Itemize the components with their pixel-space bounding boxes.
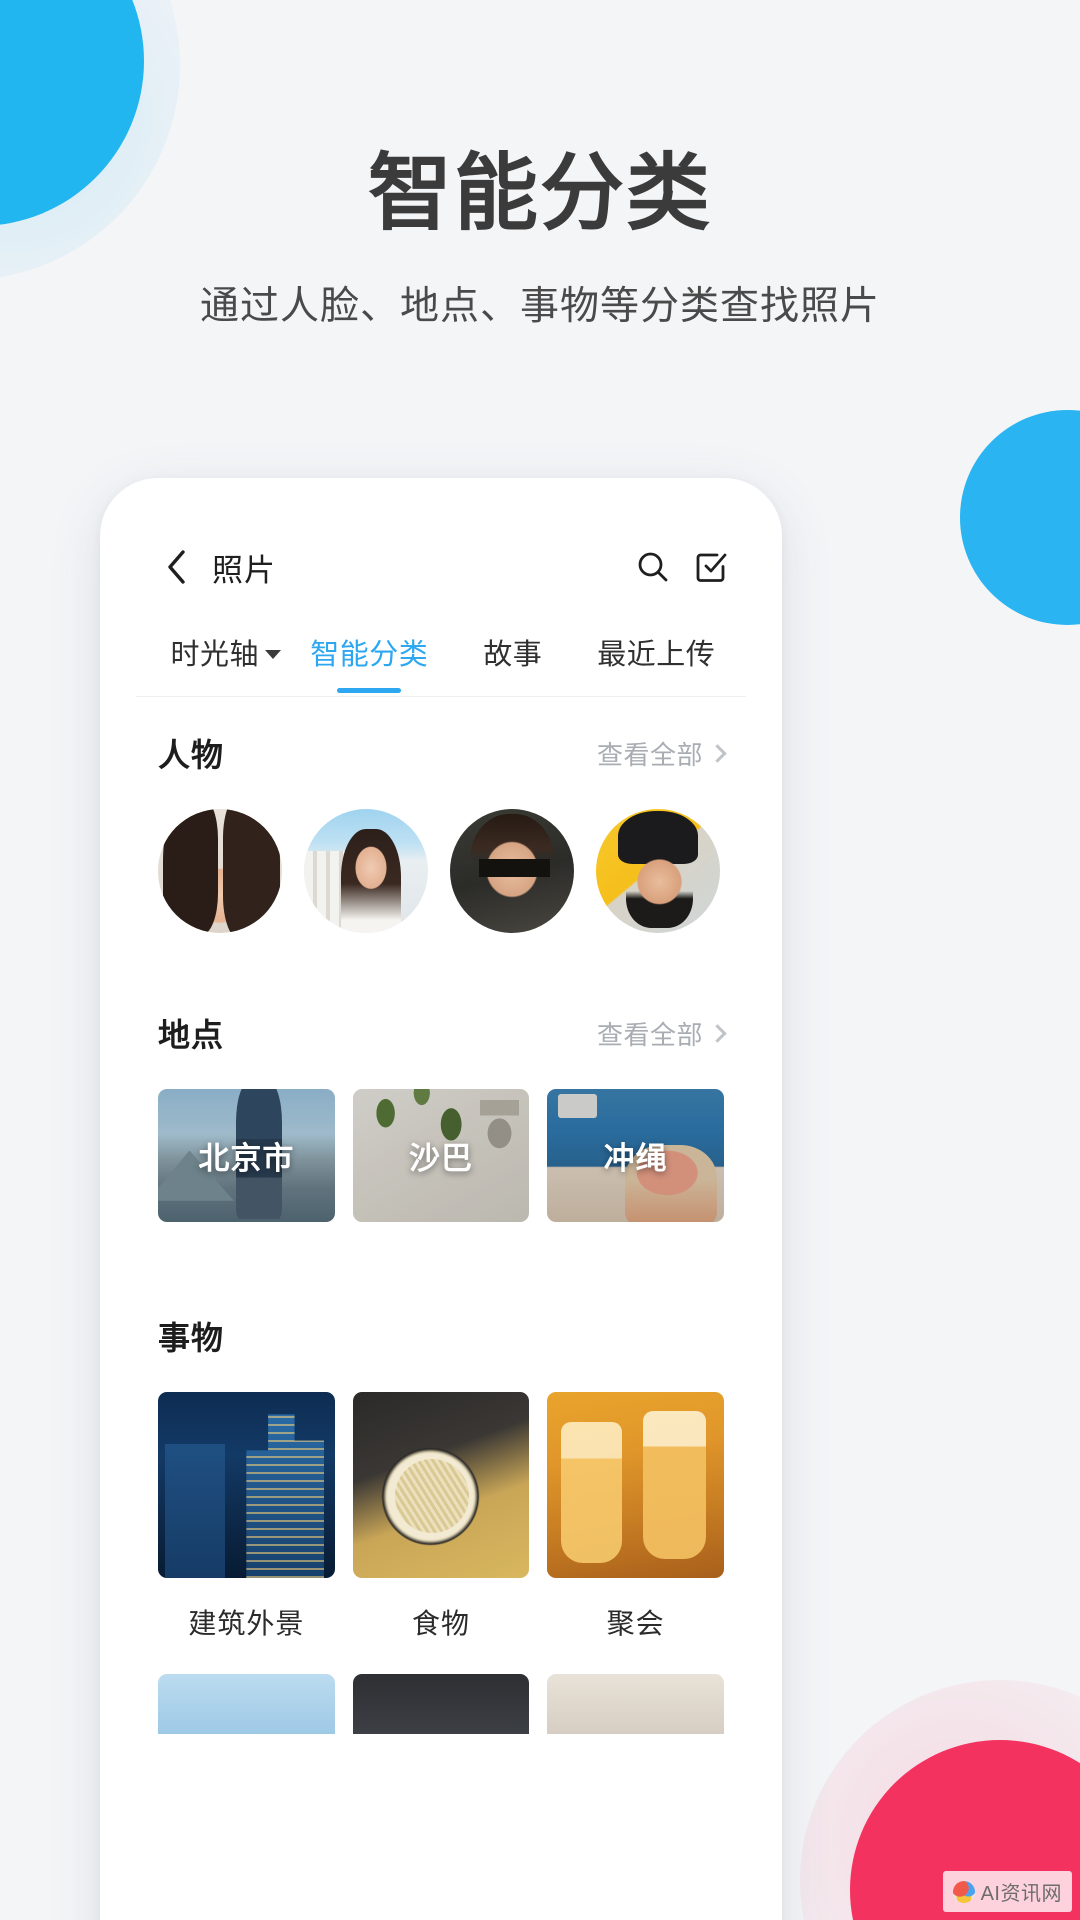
checkbox-select-icon[interactable] xyxy=(682,538,740,596)
avatar[interactable] xyxy=(450,809,574,933)
section-places: 地点 查看全部 北京市 沙巴 冲绳 xyxy=(136,977,746,1280)
chevron-right-icon xyxy=(708,1023,727,1043)
search-icon[interactable] xyxy=(624,538,682,596)
watermark: AI资讯网 xyxy=(942,1871,1072,1912)
tab-stories[interactable]: 故事 xyxy=(441,625,585,695)
watermark-logo-icon xyxy=(952,1880,975,1903)
tab-recent-uploads-label: 最近上传 xyxy=(597,639,716,671)
tab-recent-uploads[interactable]: 最近上传 xyxy=(585,625,729,695)
place-card-label: 冲绳 xyxy=(603,1141,668,1176)
people-avatar-row xyxy=(158,809,724,977)
section-people-view-all[interactable]: 查看全部 xyxy=(596,735,727,772)
thing-card-row-next xyxy=(158,1664,725,1734)
place-card[interactable]: 北京市 xyxy=(158,1089,335,1222)
phone-screen: 照片 时光轴 智能分类 故事 最近上传 人物 查看全部 地点 查看全部 北京市 … xyxy=(136,521,746,1920)
thing-card-label: 建筑外景 xyxy=(188,1608,305,1639)
section-places-header: 地点 查看全部 xyxy=(158,977,727,1089)
avatar[interactable] xyxy=(304,809,428,933)
thing-card-image xyxy=(547,1392,725,1578)
app-header: 照片 xyxy=(136,521,746,613)
page-subtitle: 通过人脸、地点、事物等分类查找照片 xyxy=(199,284,880,328)
place-card-label: 北京市 xyxy=(198,1141,295,1176)
page-title: 智能分类 xyxy=(367,146,712,240)
background-blob-right xyxy=(960,410,1080,625)
section-people-title: 人物 xyxy=(158,737,225,773)
section-things-title: 事物 xyxy=(158,1320,225,1356)
thing-card[interactable] xyxy=(158,1674,335,1734)
section-people: 人物 查看全部 xyxy=(136,697,746,977)
thing-card-image xyxy=(352,1392,530,1578)
avatar[interactable] xyxy=(158,809,282,933)
watermark-text: AI资讯网 xyxy=(980,1883,1062,1905)
section-things-header: 事物 xyxy=(158,1280,724,1392)
tab-timeline-label: 时光轴 xyxy=(170,639,259,671)
chevron-down-icon xyxy=(265,649,281,659)
avatar-image xyxy=(450,809,574,933)
avatar-image xyxy=(304,809,428,933)
section-places-view-all-label: 查看全部 xyxy=(596,1019,703,1050)
tab-timeline[interactable]: 时光轴 xyxy=(154,625,298,695)
thing-card[interactable] xyxy=(352,1392,530,1578)
thing-card-image xyxy=(158,1392,335,1578)
section-people-header: 人物 查看全部 xyxy=(158,697,727,809)
thing-item[interactable]: 食物 xyxy=(352,1392,530,1664)
avatar[interactable] xyxy=(596,809,720,933)
tab-bar: 时光轴 智能分类 故事 最近上传 xyxy=(136,613,746,697)
thing-card[interactable] xyxy=(158,1392,335,1578)
hero-section: 智能分类 通过人脸、地点、事物等分类查找照片 xyxy=(0,0,1080,331)
thing-card-label: 聚会 xyxy=(606,1608,665,1639)
avatar-image xyxy=(158,809,282,933)
thing-card[interactable] xyxy=(352,1674,530,1734)
thing-card-label: 食物 xyxy=(412,1608,471,1639)
section-places-title: 地点 xyxy=(158,1017,225,1053)
chevron-left-icon[interactable] xyxy=(156,546,198,588)
thing-card-row: 建筑外景 食物 聚会 xyxy=(158,1392,725,1664)
place-card[interactable]: 冲绳 xyxy=(547,1089,725,1222)
thing-card[interactable] xyxy=(547,1674,725,1734)
section-people-view-all-label: 查看全部 xyxy=(596,739,703,770)
place-card[interactable]: 沙巴 xyxy=(352,1089,530,1222)
avatar-image xyxy=(596,809,720,933)
thing-card[interactable] xyxy=(547,1392,725,1578)
phone-mockup: 照片 时光轴 智能分类 故事 最近上传 人物 查看全部 地点 查看全部 北京市 … xyxy=(100,478,782,1920)
tab-stories-label: 故事 xyxy=(483,639,543,671)
app-title: 照片 xyxy=(212,552,276,588)
tab-smart-category-label: 智能分类 xyxy=(310,639,429,671)
chevron-right-icon xyxy=(708,743,727,763)
place-card-row: 北京市 沙巴 冲绳 xyxy=(158,1089,725,1280)
section-things: 事物 建筑外景 食物 聚会 xyxy=(136,1280,746,1734)
place-card-label: 沙巴 xyxy=(409,1141,473,1176)
section-places-view-all[interactable]: 查看全部 xyxy=(596,1015,727,1052)
thing-item[interactable]: 聚会 xyxy=(547,1392,725,1664)
tab-smart-category[interactable]: 智能分类 xyxy=(298,625,442,695)
thing-item[interactable]: 建筑外景 xyxy=(158,1392,335,1664)
